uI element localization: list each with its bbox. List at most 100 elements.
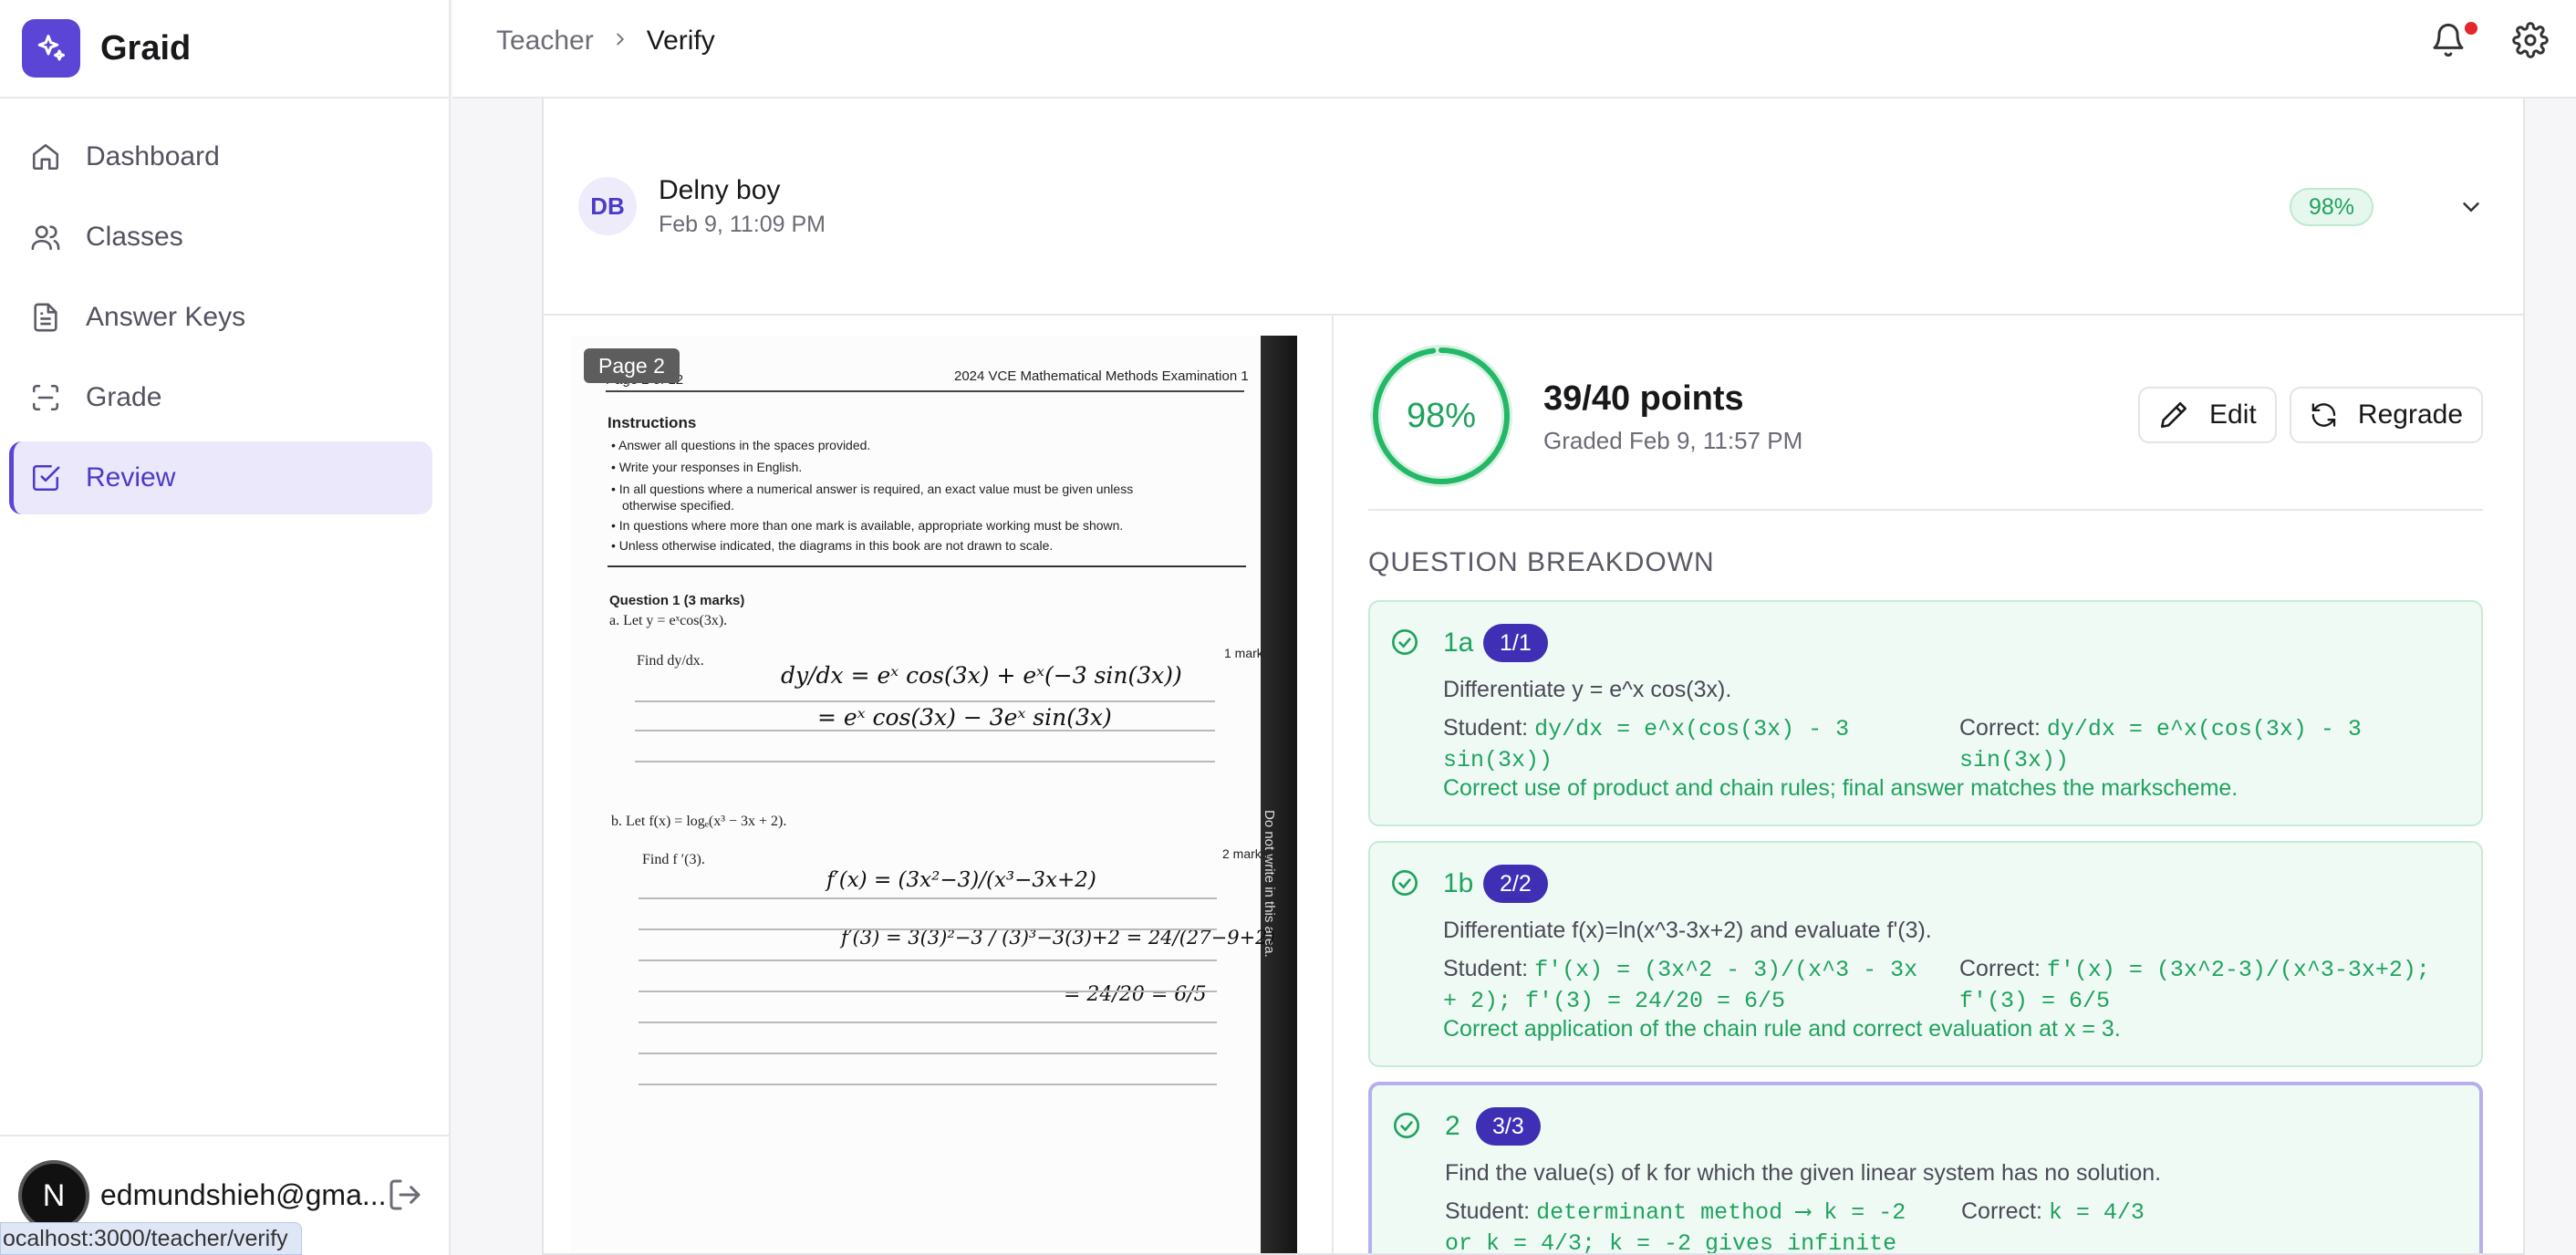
check-circle-icon [1390, 868, 1419, 897]
users-icon [29, 221, 62, 254]
logout-icon[interactable] [387, 1177, 427, 1217]
instruction-line: otherwise specified. [622, 498, 734, 513]
correct-answer: Correct: k = 4/3 [1961, 1198, 2145, 1226]
sidebar-item-label: Review [86, 462, 176, 493]
student-answer: Student: f'(x) = (3x^2 - 3)/(x^3 - 3x + … [1443, 956, 1918, 1014]
answer-line [639, 928, 1217, 930]
question-card-1b[interactable]: 1b 2/2 Differentiate f(x)=ln(x^3-3x+2) a… [1368, 841, 2483, 1067]
answer-line [635, 700, 1215, 702]
divider [1368, 509, 2483, 511]
answer-line [639, 1084, 1217, 1085]
question-1b-text: b. Let f(x) = logₑ(x³ − 3x + 2). [611, 814, 787, 829]
scan-icon [29, 381, 62, 414]
answer-line [635, 730, 1215, 731]
edit-button[interactable]: Edit [2138, 387, 2277, 443]
answer-line [635, 761, 1215, 762]
breadcrumb: Teacher Verify [496, 26, 715, 57]
check-circle-icon [1392, 1111, 1421, 1140]
user-email: edmundshieh@gma... [100, 1178, 387, 1211]
submission-header[interactable]: DB Delny boy Feb 9, 11:09 PM 98% [544, 99, 2523, 316]
question-1b-find: Find f ′(3). [642, 852, 705, 867]
student-avatar: DB [578, 177, 637, 235]
instruction-line: • Write your responses in English. [611, 460, 803, 474]
question-breakdown-title: QUESTION BREAKDOWN [1368, 547, 1715, 577]
handwriting: f′(x) = (3x²−3)/(x³−3x+2) [826, 868, 1096, 892]
rule [606, 390, 1244, 392]
points-total: 39/40 points [1543, 379, 1744, 418]
question-prompt: Differentiate y = e^x cos(3x). [1443, 677, 1732, 702]
handwriting: dy/dx = eˣ cos(3x) + eˣ(−3 sin(3x)) [781, 662, 1182, 689]
page-edge [1261, 336, 1297, 1253]
gear-icon[interactable] [2512, 22, 2560, 69]
student-answer: Student: dy/dx = e^x(cos(3x) - 3 sin(3x)… [1443, 715, 1850, 773]
answer-line [639, 1022, 1217, 1023]
breadcrumb-parent[interactable]: Teacher [496, 26, 594, 57]
instruction-line: • Unless otherwise indicated, the diagra… [611, 538, 1054, 553]
instruction-line: • In all questions where a numerical ans… [611, 482, 1134, 496]
answer-line [639, 897, 1217, 899]
submission-date: Feb 9, 11:09 PM [659, 212, 826, 237]
avatar[interactable]: N [18, 1160, 89, 1231]
question-1-title: Question 1 (3 marks) [609, 593, 745, 608]
sidebar-item-dashboard[interactable]: Dashboard [9, 120, 432, 193]
submission-card: DB Delny boy Feb 9, 11:09 PM 98% Do not … [542, 99, 2525, 1255]
sparkle-logo-icon [22, 19, 80, 78]
top-bar: Teacher Verify [452, 0, 2576, 99]
instruction-line: • Answer all questions in the spaces pro… [611, 438, 871, 452]
sidebar-item-classes[interactable]: Classes [9, 201, 432, 274]
handwriting: = eˣ cos(3x) − 3eˣ sin(3x) [817, 704, 1112, 731]
breadcrumb-current: Verify [646, 26, 715, 56]
scanned-page: Do not write in this area. Page 2 of 12 … [571, 336, 1297, 1253]
sidebar: Graid Dashboard Classes Answer Keys Grad… [0, 0, 451, 1255]
marks-label: 1 mark [1224, 646, 1263, 660]
question-id: 1b [1443, 868, 1474, 898]
chevron-down-icon[interactable] [2457, 193, 2487, 223]
page-header-right: 2024 VCE Mathematical Methods Examinatio… [954, 368, 1249, 384]
brand[interactable]: Graid [0, 0, 449, 99]
question-id: 1a [1443, 628, 1474, 658]
sidebar-item-answer-keys[interactable]: Answer Keys [9, 281, 432, 354]
instruction-line: • In questions where more than one mark … [611, 518, 1124, 533]
pencil-icon [2160, 401, 2187, 429]
correct-answer: Correct: f'(x) = (3x^2-3)/(x^3-3x+2); f'… [1959, 956, 2430, 1014]
question-1a-find: Find dy/dx. [637, 653, 704, 669]
answer-line [639, 991, 1217, 992]
question-id: 2 [1445, 1111, 1460, 1141]
sidebar-item-label: Classes [86, 222, 183, 252]
check-circle-icon [1390, 628, 1419, 657]
app-name: Graid [100, 28, 192, 67]
sidebar-item-review[interactable]: Review [9, 441, 432, 514]
question-feedback: Correct use of product and chain rules; … [1443, 775, 2238, 801]
grade-panel: 98% 39/40 points Graded Feb 9, 11:57 PM … [1335, 316, 2523, 1255]
chevron-right-icon [610, 26, 630, 57]
sidebar-item-label: Grade [86, 382, 162, 412]
question-1a-text: a. Let y = eˣcos(3x). [609, 613, 728, 628]
regrade-button[interactable]: Regrade [2290, 387, 2483, 443]
page-viewer[interactable]: Do not write in this area. Page 2 of 12 … [544, 316, 1334, 1253]
graded-timestamp: Graded Feb 9, 11:57 PM [1543, 427, 1803, 454]
question-card-1a[interactable]: 1a 1/1 Differentiate y = e^x cos(3x). St… [1368, 600, 2483, 826]
file-icon [29, 301, 62, 334]
student-name: Delny boy [659, 175, 781, 205]
instructions-title: Instructions [608, 414, 697, 431]
question-prompt: Differentiate f(x)=ln(x^3-3x+2) and eval… [1443, 918, 1932, 943]
answer-line [639, 1053, 1217, 1054]
marks-label: 2 marks [1222, 846, 1268, 861]
question-prompt: Find the value(s) of k for which the giv… [1445, 1160, 2162, 1186]
notification-dot [2465, 22, 2477, 35]
page-badge: Page 2 [584, 348, 680, 383]
student-answer: Student: determinant method ⟶ k = -2 or … [1445, 1198, 1906, 1255]
score-badge: 3/3 [1476, 1107, 1541, 1146]
score-badge: 2/2 [1483, 865, 1548, 903]
handwriting: = 24/20 = 6/5 [1064, 983, 1207, 1006]
refresh-icon [2311, 403, 2336, 427]
edit-label: Edit [2209, 399, 2257, 430]
score-pill: 98% [2290, 188, 2373, 226]
check-square-icon [29, 462, 62, 494]
sidebar-item-label: Dashboard [86, 141, 220, 171]
question-card-2[interactable]: 2 3/3 Find the value(s) of k for which t… [1368, 1082, 2483, 1255]
sidebar-item-grade[interactable]: Grade [9, 361, 432, 434]
score-percent: 98% [1406, 396, 1477, 435]
question-feedback: Correct application of the chain rule an… [1443, 1016, 2121, 1042]
regrade-label: Regrade [2357, 399, 2463, 430]
